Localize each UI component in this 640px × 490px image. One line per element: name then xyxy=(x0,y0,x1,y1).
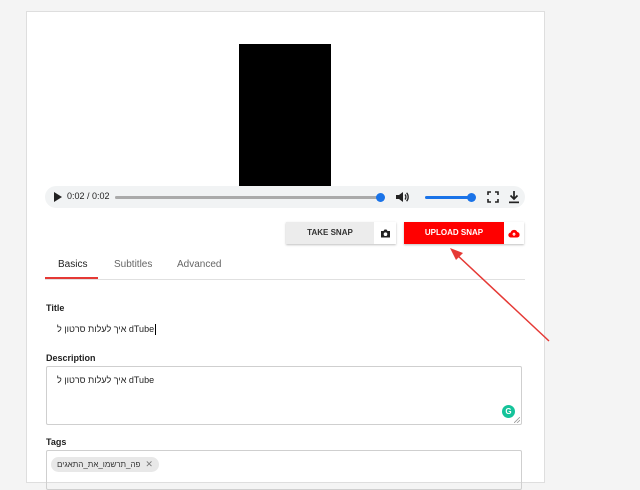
take-snap-button[interactable]: TAKE SNAP xyxy=(286,222,374,244)
take-snap-group: TAKE SNAP xyxy=(286,222,396,244)
upload-snap-group: UPLOAD SNAP xyxy=(404,222,524,244)
tag-remove-icon[interactable]: ✕ xyxy=(145,459,153,470)
tab-bar: Basics Subtitles Advanced xyxy=(45,252,525,280)
tags-label: Tags xyxy=(46,437,67,447)
resize-handle-icon[interactable] xyxy=(514,417,520,423)
upload-snap-button[interactable]: UPLOAD SNAP xyxy=(404,222,504,244)
cloud-upload-button[interactable] xyxy=(504,222,524,244)
download-icon[interactable] xyxy=(508,190,520,204)
fullscreen-icon[interactable] xyxy=(487,191,499,203)
video-controls: 0:02 / 0:02 xyxy=(45,186,525,208)
description-label: Description xyxy=(46,353,96,363)
cloud-upload-icon xyxy=(508,229,520,238)
tab-advanced[interactable]: Advanced xyxy=(177,259,221,270)
volume-knob[interactable] xyxy=(467,193,476,202)
tab-subtitles[interactable]: Subtitles xyxy=(114,259,152,270)
description-textarea[interactable]: איך לעלות סרטון ל dTube G xyxy=(46,366,522,425)
tags-input[interactable]: פה_תרשמו_את_התאגים ✕ xyxy=(46,450,522,490)
video-frame[interactable] xyxy=(239,44,331,186)
progress-fill xyxy=(115,196,380,199)
volume-icon[interactable] xyxy=(395,190,409,204)
title-input[interactable]: איך לעלות סרטון ל dTube xyxy=(46,318,524,340)
play-icon[interactable] xyxy=(54,192,62,202)
title-label: Title xyxy=(46,303,65,313)
camera-icon xyxy=(380,229,390,237)
upload-panel: 0:02 / 0:02 TAKE SNAP UPLOAD SNAP Basics… xyxy=(26,11,545,490)
volume-slider[interactable] xyxy=(425,193,476,202)
progress-bar[interactable] xyxy=(115,193,385,202)
tab-basics[interactable]: Basics xyxy=(58,259,87,270)
time-display: 0:02 / 0:02 xyxy=(67,191,110,201)
progress-knob[interactable] xyxy=(376,193,385,202)
description-text: איך לעלות סרטון ל dTube xyxy=(57,375,155,385)
tag-chip: פה_תרשמו_את_התאגים ✕ xyxy=(51,457,159,472)
active-tab-indicator xyxy=(45,277,98,279)
camera-button[interactable] xyxy=(374,222,396,244)
